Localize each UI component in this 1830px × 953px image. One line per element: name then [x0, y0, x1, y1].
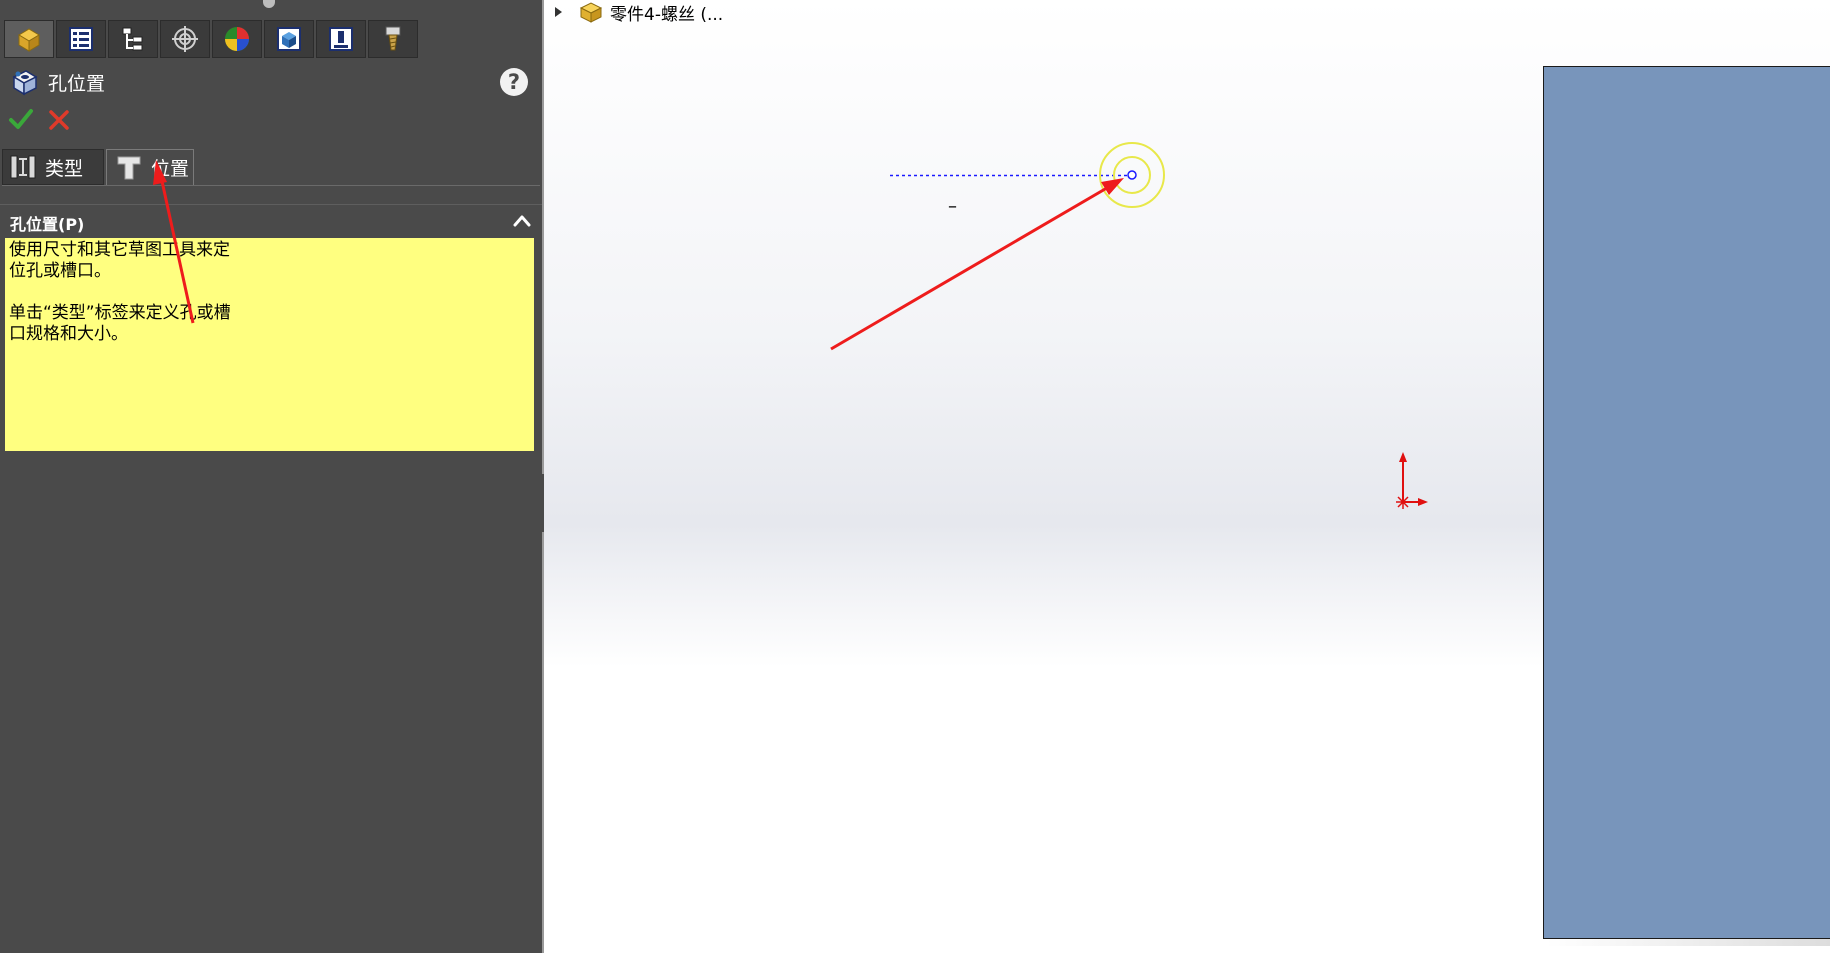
message-line: 口规格和大小。 — [9, 324, 128, 344]
tab-position[interactable]: 位置 — [106, 149, 194, 185]
hole-type-icon — [10, 155, 36, 179]
configuration-manager-icon — [122, 27, 143, 51]
property-manager-icon — [69, 27, 93, 51]
display-manager-icon — [225, 27, 249, 51]
message-line: 单击“类型”标签来定义孔或槽 — [9, 303, 231, 323]
tab-feature-manager[interactable] — [4, 20, 54, 58]
tab-dimxpert-manager[interactable] — [160, 20, 210, 58]
tab-type[interactable]: 类型 — [2, 149, 104, 185]
tab-cam-tool-manager[interactable] — [368, 20, 418, 58]
feature-manager-icon — [18, 28, 40, 52]
dimxpert-manager-icon — [172, 26, 198, 52]
part-face-plate[interactable] — [1543, 66, 1830, 939]
property-manager-header: 孔位置 ? — [10, 66, 532, 98]
tab-cam-operation-manager[interactable] — [316, 20, 366, 58]
cam-tool-manager-icon — [385, 26, 401, 51]
part-name-label: 零件4-螺丝 (... — [610, 4, 724, 25]
x-icon[interactable] — [47, 108, 71, 132]
help-icon[interactable]: ? — [500, 68, 528, 96]
message-box: 使用尺寸和其它草图工具来定 位孔或槽口。 单击“类型”标签来定义孔或槽 口规格和… — [5, 238, 534, 451]
hole-center-point[interactable] — [1127, 170, 1137, 180]
cam-feature-manager-icon — [277, 27, 301, 51]
message-line: 使用尺寸和其它草图工具来定 — [9, 240, 230, 260]
hole-tabs: 类型 位置 — [2, 149, 540, 186]
message-line — [9, 282, 530, 303]
manager-tabs — [4, 20, 420, 58]
hole-position-section-header[interactable]: 孔位置(P) — [0, 204, 542, 237]
hole-wizard-icon — [12, 70, 38, 96]
tab-type-label: 类型 — [45, 157, 84, 180]
flyout-tree-node[interactable]: 零件4-螺丝 (... — [554, 0, 724, 25]
tab-configuration-manager[interactable] — [108, 20, 158, 58]
solidworks-window: 孔位置 ? 类型 位置 孔位置(P) 使用尺寸和其它草图工具来定 位孔或槽口。 … — [0, 0, 1830, 953]
section-title: 孔位置(P) — [10, 215, 85, 234]
graphics-area[interactable]: 零件4-螺丝 (... — [544, 0, 1830, 953]
cam-operation-manager-icon — [329, 27, 353, 51]
expand-arrow-icon[interactable] — [554, 6, 564, 18]
panel-resize-grip[interactable] — [263, 0, 275, 8]
tab-property-manager[interactable] — [56, 20, 106, 58]
message-line: 位孔或槽口。 — [9, 261, 111, 281]
tab-cam-feature-manager[interactable] — [264, 20, 314, 58]
part-icon — [579, 2, 603, 23]
hole-position-icon — [117, 156, 141, 179]
tab-display-manager[interactable] — [212, 20, 262, 58]
tab-position-label: 位置 — [151, 158, 190, 180]
page-title: 孔位置 — [48, 72, 106, 95]
check-icon[interactable] — [8, 106, 34, 132]
chevron-up-icon[interactable] — [512, 211, 532, 231]
property-manager-panel: 孔位置 ? 类型 位置 孔位置(P) 使用尺寸和其它草图工具来定 位孔或槽口。 … — [0, 0, 542, 953]
